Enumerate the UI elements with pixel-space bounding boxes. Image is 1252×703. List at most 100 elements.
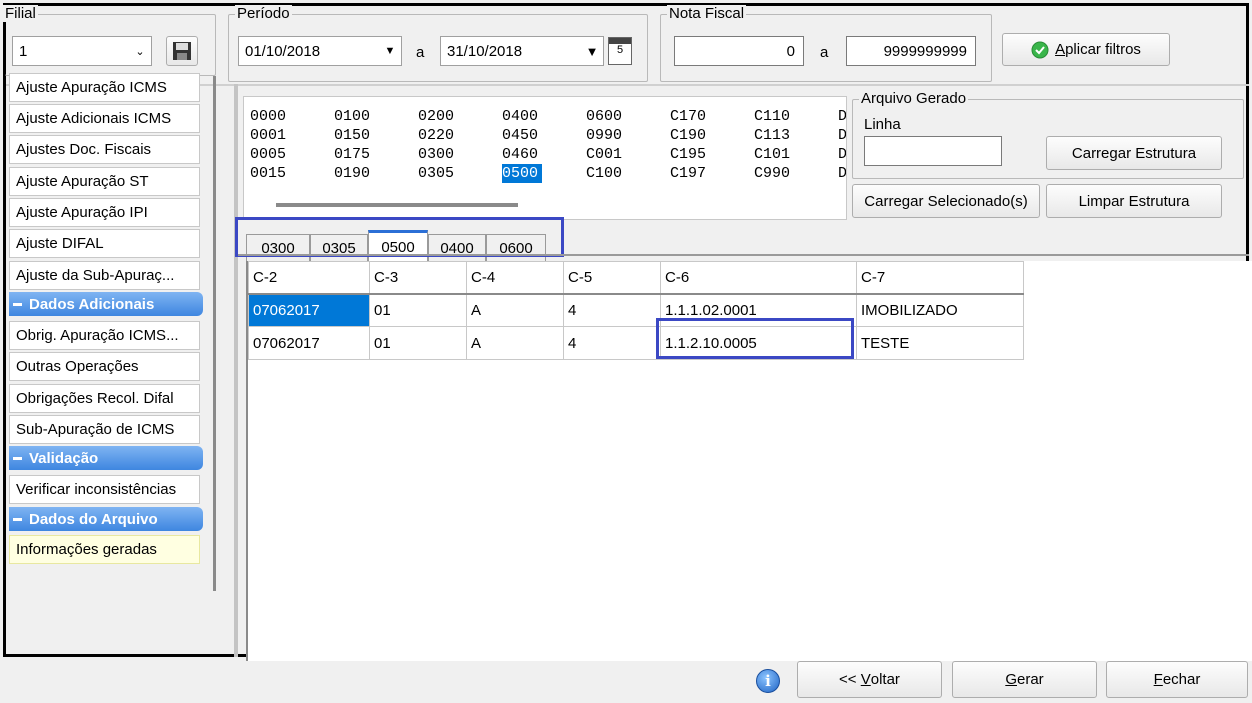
structure-item[interactable]: D <box>838 126 846 145</box>
apply-filters-button[interactable]: Aplicar filtros <box>1002 33 1170 66</box>
nota-fiscal-start-input[interactable]: 0 <box>674 36 804 66</box>
structure-item[interactable]: C990 <box>754 164 790 183</box>
sidebar-item-obrig-apuracao-icms[interactable]: Obrig. Apuração ICMS... <box>9 321 200 350</box>
structure-item[interactable]: D <box>838 164 846 183</box>
periodo-start-select[interactable]: 01/10/2018 ▼ <box>238 36 402 66</box>
structure-item[interactable]: C101 <box>754 145 790 164</box>
structure-item[interactable]: 0005 <box>250 145 286 164</box>
sidebar-item-outras-operacoes[interactable]: Outras Operações <box>9 352 200 381</box>
table-cell[interactable]: TESTE <box>856 326 1024 360</box>
table-cell[interactable]: 07062017 <box>248 293 370 327</box>
sidebar-item-informacoes-geradas[interactable]: Informações geradas <box>9 535 200 564</box>
structure-item[interactable]: D <box>838 145 846 164</box>
structure-item[interactable]: 0400 <box>502 107 538 126</box>
structure-item[interactable]: C197 <box>670 164 706 183</box>
structure-item[interactable]: C113 <box>754 126 790 145</box>
structure-item[interactable]: 0015 <box>250 164 286 183</box>
apply-filters-mnemonic: A <box>1055 41 1066 58</box>
linha-input[interactable] <box>864 136 1002 166</box>
structure-item[interactable]: 0150 <box>334 126 370 145</box>
column-header[interactable]: C-5 <box>563 261 661 295</box>
periodo-end-value: 31/10/2018 <box>447 42 523 60</box>
sidebar-section-validacao[interactable]: Validação <box>9 446 203 470</box>
sidebar-item-ajuste-sub-apuracao[interactable]: Ajuste da Sub-Apuraç... <box>9 261 200 290</box>
structure-item[interactable]: 0990 <box>586 126 622 145</box>
structure-item[interactable]: C100 <box>586 164 622 183</box>
structure-item[interactable]: 0600 <box>586 107 622 126</box>
structure-item[interactable]: 0460 <box>502 145 538 164</box>
sidebar-item-ajuste-apuracao-icms[interactable]: Ajuste Apuração ICMS <box>9 73 200 102</box>
structure-item[interactable]: 0175 <box>334 145 370 164</box>
sidebar-section-dados-adicionais[interactable]: Dados Adicionais <box>9 292 203 316</box>
periodo-start-value: 01/10/2018 <box>245 42 321 60</box>
table-cell[interactable]: 01 <box>369 293 467 327</box>
table-cell[interactable]: 01 <box>369 326 467 360</box>
table-cell[interactable]: 07062017 <box>248 326 370 360</box>
structure-item[interactable]: 0100 <box>334 107 370 126</box>
sidebar-section-dados-arquivo[interactable]: Dados do Arquivo <box>9 507 203 531</box>
nota-fiscal-end-value: 9999999999 <box>883 42 967 60</box>
structure-item[interactable]: C001 <box>586 145 622 164</box>
table-cell[interactable]: 4 <box>563 326 661 360</box>
linha-label: Linha <box>864 116 901 133</box>
sidebar-item-ajuste-difal[interactable]: Ajuste DIFAL <box>9 229 200 258</box>
structure-item[interactable]: 0500 <box>502 164 543 183</box>
column-header[interactable]: C-4 <box>466 261 564 295</box>
structure-item[interactable]: C170 <box>670 107 706 126</box>
sidebar-item-ajustes-doc-fiscais[interactable]: Ajustes Doc. Fiscais <box>9 135 200 164</box>
structure-item[interactable]: 0001 <box>250 126 286 145</box>
main-window: Filial 1 ⌄ Período 01/10/2018 ▼ a 31/10/… <box>3 3 1252 661</box>
info-icon[interactable]: i <box>756 669 780 693</box>
structure-list[interactable]: 0000 0001 0005 0015 0100 0150 0175 0190 0200 0220… <box>243 96 847 220</box>
column-header[interactable]: C-3 <box>369 261 467 295</box>
voltar-button[interactable]: << Voltar <box>797 661 942 698</box>
carregar-estrutura-button[interactable]: Carregar Estrutura <box>1046 136 1222 170</box>
table-cell[interactable]: A <box>466 326 564 360</box>
structure-item[interactable]: 0220 <box>418 126 454 145</box>
carregar-selecionados-button[interactable]: Carregar Selecionado(s) <box>852 184 1040 218</box>
gerar-button[interactable]: Gerar <box>952 661 1097 698</box>
dropdown-arrow-icon: ▼ <box>384 45 396 57</box>
nota-fiscal-end-input[interactable]: 9999999999 <box>846 36 976 66</box>
structure-item[interactable]: 0450 <box>502 126 538 145</box>
table-row[interactable]: 07062017 01 A 4 1.1.1.02.0001 IMOBILIZAD… <box>248 293 1024 327</box>
calendar-icon[interactable]: 5 <box>608 37 632 65</box>
cell-highlight-box <box>656 318 854 359</box>
structure-item[interactable]: C110 <box>754 107 790 126</box>
filial-select[interactable]: 1 ⌄ <box>12 36 152 66</box>
sidebar-item-obrigacoes-recol-difal[interactable]: Obrigações Recol. Difal <box>9 384 200 413</box>
nota-fiscal-label: Nota Fiscal <box>667 5 747 22</box>
column-header[interactable]: C-6 <box>660 261 857 295</box>
sidebar-item-verificar-inconsistencias[interactable]: Verificar inconsistências <box>9 475 200 504</box>
periodo-end-select[interactable]: 31/10/2018 ▼ <box>440 36 604 66</box>
structure-item[interactable]: 0305 <box>418 164 454 183</box>
table-cell[interactable]: A <box>466 293 564 327</box>
structure-item[interactable]: C195 <box>670 145 706 164</box>
table-cell[interactable]: 4 <box>563 293 661 327</box>
sidebar-item-ajuste-apuracao-st[interactable]: Ajuste Apuração ST <box>9 167 200 196</box>
structure-item[interactable]: D <box>838 107 846 126</box>
structure-item[interactable]: 0200 <box>418 107 454 126</box>
limpar-estrutura-button[interactable]: Limpar Estrutura <box>1046 184 1222 218</box>
sidebar-scrollbar[interactable] <box>213 76 216 591</box>
arquivo-gerado-label: Arquivo Gerado <box>859 90 969 107</box>
nota-fiscal-separator: a <box>820 44 829 61</box>
table-row[interactable]: 07062017 01 A 4 1.1.2.10.0005 TESTE <box>248 326 1024 360</box>
sidebar-item-sub-apuracao-icms[interactable]: Sub-Apuração de ICMS <box>9 415 200 444</box>
tabs-highlight-box <box>235 217 564 257</box>
column-header[interactable]: C-2 <box>248 261 370 295</box>
collapse-icon <box>13 456 22 460</box>
structure-item[interactable]: 0190 <box>334 164 370 183</box>
column-header[interactable]: C-7 <box>856 261 1024 295</box>
save-button[interactable] <box>166 36 198 66</box>
structure-scrollbar[interactable] <box>276 203 518 207</box>
structure-item[interactable]: C190 <box>670 126 706 145</box>
sidebar-splitter[interactable] <box>234 84 238 657</box>
filial-label: Filial <box>3 5 38 22</box>
structure-item[interactable]: 0000 <box>250 107 286 126</box>
table-cell[interactable]: IMOBILIZADO <box>856 293 1024 327</box>
structure-item[interactable]: 0300 <box>418 145 454 164</box>
sidebar-item-ajuste-apuracao-ipi[interactable]: Ajuste Apuração IPI <box>9 198 200 227</box>
fechar-button[interactable]: Fechar <box>1106 661 1248 698</box>
sidebar-item-ajuste-adicionais-icms[interactable]: Ajuste Adicionais ICMS <box>9 104 200 133</box>
